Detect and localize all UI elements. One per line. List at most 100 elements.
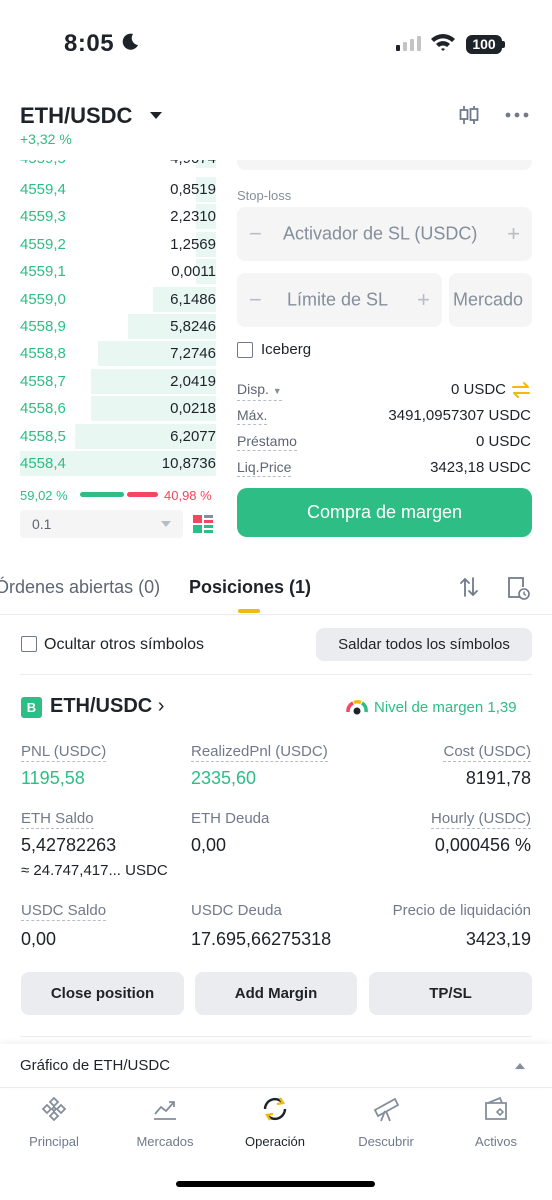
order-book-row[interactable]: 4558,9 5,8246 bbox=[20, 313, 216, 340]
loan-value: 0 USDC bbox=[475, 433, 531, 450]
hide-other-symbols-checkbox[interactable] bbox=[21, 636, 37, 652]
nav-label: Principal bbox=[29, 1134, 79, 1149]
order-history-icon[interactable] bbox=[505, 575, 531, 601]
more-icon[interactable] bbox=[505, 110, 529, 120]
bid-quantity: 6,2077 bbox=[170, 427, 216, 445]
bid-quantity: 1,2569 bbox=[170, 235, 216, 253]
bid-price: 4559,0 bbox=[20, 290, 66, 308]
eth-balance-value: 5,42782263 bbox=[21, 835, 117, 855]
wifi-icon bbox=[431, 34, 455, 51]
liquidation-price-label: Precio de liquidación bbox=[392, 902, 531, 919]
sell-ratio: 40,98 % bbox=[164, 488, 212, 503]
add-margin-button[interactable]: Add Margin bbox=[195, 972, 357, 1015]
usdc-balance-value: 0,00 bbox=[21, 929, 57, 949]
bid-price: 4558,6 bbox=[20, 400, 66, 418]
max-value: 3491,0957307 USDC bbox=[388, 407, 531, 424]
order-book-row[interactable]: 4559,0 6,1486 bbox=[20, 286, 216, 313]
buy-ratio-bar bbox=[80, 492, 124, 497]
close-position-button[interactable]: Close position bbox=[21, 972, 184, 1015]
depth-precision-select[interactable]: 0.1 bbox=[20, 510, 183, 538]
position-pair-link[interactable]: ETH/USDC › bbox=[50, 695, 164, 718]
bid-quantity: 5,8246 bbox=[170, 318, 216, 335]
available-value: 0 USDC bbox=[450, 381, 506, 398]
active-tab-indicator bbox=[238, 609, 260, 613]
toolbar-divider bbox=[20, 674, 532, 675]
telescope-icon bbox=[373, 1097, 400, 1122]
sl-limit-placeholder: Límite de SL bbox=[287, 289, 389, 310]
signal-icon bbox=[396, 36, 421, 51]
order-book-row[interactable]: 4559,4 0,8519 bbox=[20, 176, 216, 203]
margin-buy-button[interactable]: Compra de margen bbox=[237, 488, 532, 537]
battery-tip bbox=[502, 41, 505, 48]
margin-level[interactable]: Nivel de margen 1,39 bbox=[374, 699, 517, 716]
depth-precision-value: 0.1 bbox=[32, 516, 52, 532]
transfer-icon[interactable] bbox=[511, 381, 531, 399]
iceberg-checkbox[interactable] bbox=[237, 342, 253, 358]
order-book-layout-icon[interactable] bbox=[192, 513, 214, 535]
usdc-debt-value: 17.695,66275318 bbox=[191, 929, 332, 949]
order-book-row[interactable]: 4558,8 7,2746 bbox=[20, 340, 216, 367]
buy-ratio: 59,02 % bbox=[20, 488, 68, 503]
nav-label: Activos bbox=[475, 1134, 517, 1149]
card-divider bbox=[20, 1036, 532, 1037]
sl-limit-input[interactable]: − Límite de SL + bbox=[237, 273, 442, 327]
order-book-row[interactable]: 4558,5 6,2077 bbox=[20, 423, 216, 450]
home-indicator bbox=[176, 1181, 375, 1187]
bid-quantity: 7,2746 bbox=[170, 345, 216, 363]
battery-indicator: 100 bbox=[466, 35, 502, 54]
trade-swap-icon bbox=[263, 1097, 287, 1121]
market-toggle[interactable]: Mercado bbox=[449, 273, 532, 327]
previous-input-box[interactable] bbox=[237, 160, 532, 170]
chart-trend-icon bbox=[154, 1101, 176, 1120]
nav-principal[interactable]: Principal bbox=[4, 1095, 104, 1149]
eth-debt-value: 0,00 bbox=[191, 835, 227, 855]
tab-positions[interactable]: Posiciones (1) bbox=[189, 577, 311, 598]
nav-assets[interactable]: Activos bbox=[446, 1095, 546, 1149]
wallet-icon bbox=[485, 1096, 507, 1120]
bid-price: 4558,4 bbox=[20, 455, 66, 472]
chevron-up-icon[interactable] bbox=[515, 1063, 525, 1069]
pnl-value: 1195,58 bbox=[21, 768, 85, 788]
order-book-row[interactable]: 4559,2 1,2569 bbox=[20, 231, 216, 258]
bid-price: 4558,5 bbox=[20, 427, 66, 445]
order-book-row[interactable]: 4558,7 2,0419 bbox=[20, 368, 216, 395]
tp-sl-button[interactable]: TP/SL bbox=[369, 972, 532, 1015]
plus-icon[interactable]: + bbox=[417, 287, 430, 313]
available-label[interactable]: Disp. ▼ bbox=[237, 381, 282, 401]
nav-discover[interactable]: Descubrir bbox=[336, 1095, 436, 1149]
loan-label: Préstamo bbox=[237, 433, 297, 451]
order-book-row[interactable]: 4558,4 10,8736 bbox=[20, 450, 216, 477]
cost-value: 8191,78 bbox=[465, 768, 531, 788]
close-all-symbols-button[interactable]: Saldar todos los símbolos bbox=[316, 628, 532, 661]
nav-label: Mercados bbox=[136, 1134, 194, 1149]
cost-label: Cost (USDC) bbox=[443, 743, 531, 762]
hide-other-symbols-label: Ocultar otros símbolos bbox=[44, 636, 205, 653]
nav-markets[interactable]: Mercados bbox=[115, 1095, 215, 1149]
bid-price: 4558,8 bbox=[20, 345, 66, 363]
minus-icon[interactable]: − bbox=[249, 287, 262, 313]
hourly-value: 0,000456 % bbox=[434, 835, 531, 855]
nav-divider bbox=[0, 1087, 552, 1088]
minus-icon[interactable]: − bbox=[249, 221, 262, 247]
plus-icon[interactable]: + bbox=[507, 221, 520, 247]
bid-quantity: 2,0419 bbox=[170, 372, 216, 390]
order-book-row[interactable]: 4559,1 0,0011 bbox=[20, 258, 216, 285]
candlestick-icon[interactable] bbox=[458, 104, 480, 126]
tab-open-orders[interactable]: Órdenes abiertas (0) bbox=[0, 577, 160, 598]
bid-price: 4558,7 bbox=[20, 372, 66, 390]
chevron-down-icon bbox=[161, 521, 171, 527]
order-book-row[interactable]: 4558,6 0,0218 bbox=[20, 395, 216, 422]
eth-balance-label: ETH Saldo bbox=[21, 810, 94, 829]
nav-trade[interactable]: Operación bbox=[225, 1095, 325, 1149]
realized-pnl-label: RealizedPnl (USDC) bbox=[191, 743, 328, 762]
order-book-row[interactable]: 4559,3 2,2310 bbox=[20, 203, 216, 230]
sort-icon[interactable] bbox=[458, 576, 480, 598]
status-time: 8:05 bbox=[64, 30, 115, 57]
pnl-label: PNL (USDC) bbox=[21, 743, 107, 762]
bid-quantity: 0,8519 bbox=[170, 181, 216, 198]
sl-trigger-input[interactable]: − Activador de SL (USDC) + bbox=[237, 207, 532, 261]
iceberg-label: Iceberg bbox=[261, 341, 312, 358]
pair-selector[interactable]: ETH/USDC bbox=[20, 103, 132, 129]
stop-loss-label: Stop-loss bbox=[237, 188, 292, 203]
chevron-down-icon[interactable] bbox=[150, 112, 162, 119]
